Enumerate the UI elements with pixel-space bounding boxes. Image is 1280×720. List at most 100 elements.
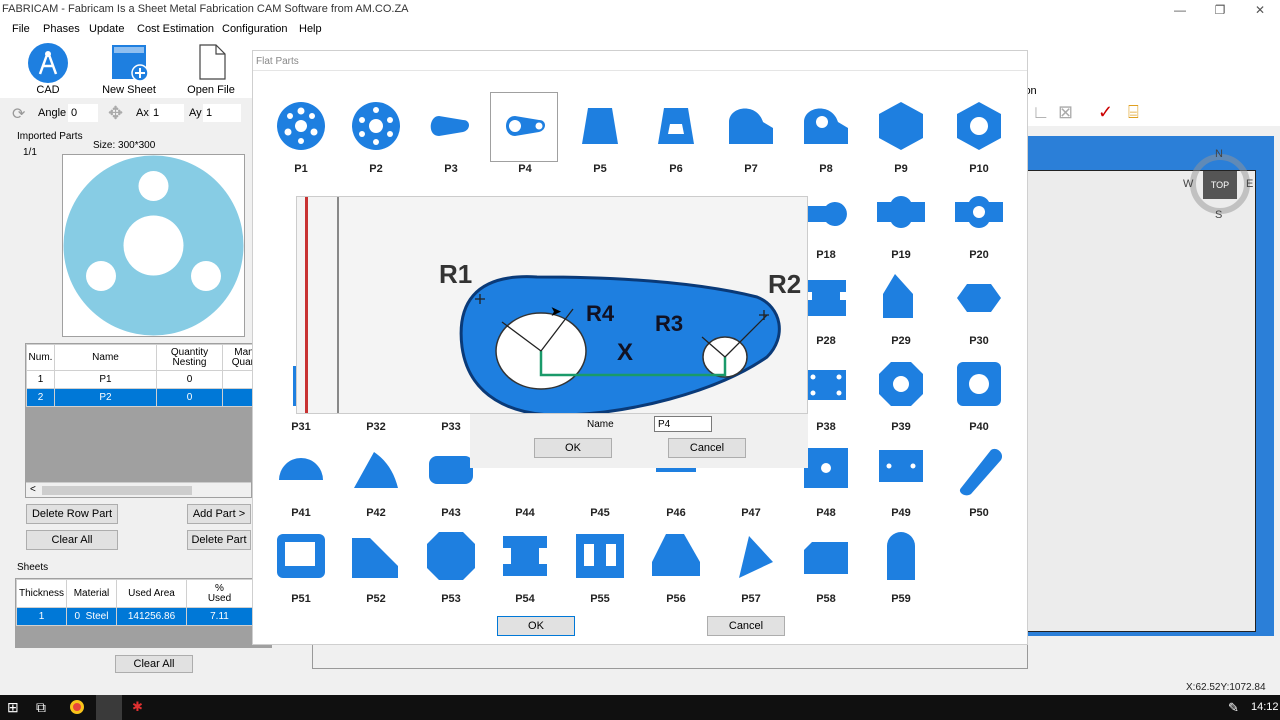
measure-icon[interactable]: ⌸ [1128,102,1139,123]
delete-row-part-button[interactable]: Delete Row Part [26,504,118,524]
part-shape-icon [957,362,1001,406]
part-shape-icon [804,542,848,574]
ay-input[interactable]: 1 [203,104,241,122]
chrome-icon[interactable] [70,700,84,714]
flat-part-p42[interactable]: P42 [338,438,414,524]
cad-icon[interactable] [28,43,68,83]
flat-part-p7[interactable]: P7 [713,94,789,180]
right-toolbar: ∟ ⊠ ✓ ⌸ [1028,98,1280,126]
flat-part-label: P54 [515,593,535,605]
cad-label: CAD [36,84,60,96]
sheet-material-id: 0 [74,611,81,622]
flat-part-p49[interactable]: P49 [863,438,939,524]
minimize-button[interactable]: — [1160,0,1200,20]
check-icon[interactable]: ✓ [1098,102,1113,123]
part-shape-icon [879,450,923,482]
flat-part-p29[interactable]: P29 [863,266,939,352]
flat-part-label: P48 [816,507,836,519]
col-used-pct: % Used [186,579,253,608]
flat-part-p1[interactable]: P1 [263,94,339,180]
scroll-thumb[interactable] [42,486,192,495]
add-part-button[interactable]: Add Part > [187,504,251,524]
table-row-selected[interactable]: 2 P2 0 [26,388,266,407]
grid-x-icon[interactable]: ⊠ [1058,102,1073,123]
flat-part-label: P44 [515,507,535,519]
flat-part-p20[interactable]: P20 [941,180,1017,266]
part-shape-icon [729,108,773,144]
flat-part-p5[interactable]: P5 [562,94,638,180]
name-label: Name [587,419,614,430]
row-name: P1 [54,370,157,389]
flat-part-p56[interactable]: P56 [638,524,714,610]
open-file-icon[interactable] [198,44,226,80]
menu-phases[interactable]: Phases [43,23,80,35]
ruler-icon[interactable]: ∟ [1032,102,1050,123]
rotate-icon[interactable]: ⟳ [12,104,25,124]
flat-part-label: P45 [590,507,610,519]
flat-part-p41[interactable]: P41 [263,438,339,524]
flat-part-label: P31 [291,421,311,433]
scroll-left-icon[interactable]: < [30,484,36,495]
flat-part-p10[interactable]: P10 [941,94,1017,180]
menu-configuration[interactable]: Configuration [222,23,287,35]
new-sheet-icon[interactable] [112,45,149,82]
name-input[interactable]: P4 [654,416,712,432]
move-icon[interactable]: ✥ [108,103,123,124]
flat-part-p6[interactable]: P6 [638,94,714,180]
flat-part-p53[interactable]: P53 [413,524,489,610]
flat-part-p19[interactable]: P19 [863,180,939,266]
flat-part-p51[interactable]: P51 [263,524,339,610]
clear-all-sheets-button[interactable]: Clear All [115,655,193,673]
menu-file[interactable]: File [12,23,30,35]
name-cancel-button[interactable]: Cancel [668,438,746,458]
flat-part-p30[interactable]: P30 [941,266,1017,352]
new-sheet-label: New Sheet [102,84,156,96]
flat-part-label: P6 [669,163,683,175]
sheet-material-name: Steel [85,611,109,622]
flat-part-label: P55 [590,593,610,605]
ax-input[interactable]: 1 [150,104,184,122]
maximize-button[interactable]: ❐ [1200,0,1240,20]
horizontal-scrollbar[interactable]: < [26,482,251,497]
flat-parts-ok-button[interactable]: OK [497,616,575,636]
nesting-canvas[interactable] [1028,170,1256,632]
flat-part-label: P30 [969,335,989,347]
flat-part-p4[interactable]: P4 [487,92,563,180]
delete-part-button[interactable]: Delete Part [187,530,251,550]
part-shape-icon [804,108,848,144]
row-qty: 0 [156,370,223,389]
flat-part-p3[interactable]: P3 [413,94,489,180]
sheet-row[interactable]: 1 0 Steel 141256.86 7.11 [16,607,253,626]
flat-parts-cancel-button[interactable]: Cancel [707,616,785,636]
compass-s: S [1215,209,1223,221]
menu-update[interactable]: Update [89,23,124,35]
windows-start-icon[interactable]: ⊞ [7,699,19,716]
flat-part-p54[interactable]: P54 [487,524,563,610]
view-top-button[interactable]: TOP [1203,171,1237,199]
pen-icon[interactable]: ✎ [1228,700,1239,716]
part-shape-icon [739,536,773,578]
fabricam-taskbar-icon[interactable] [96,695,122,720]
menu-help[interactable]: Help [299,23,322,35]
app-taskbar-icon[interactable]: ✱ [132,699,143,715]
flat-part-p39[interactable]: P39 [863,352,939,438]
clear-all-parts-button[interactable]: Clear All [26,530,118,550]
flat-part-p8[interactable]: P8 [788,94,864,180]
table-row[interactable]: 1 P1 0 [26,370,266,389]
flat-part-p40[interactable]: P40 [941,352,1017,438]
close-button[interactable]: ✕ [1240,0,1280,20]
flat-part-p9[interactable]: P9 [863,94,939,180]
part-shape-icon [503,536,547,576]
angle-input[interactable]: 0 [68,104,98,122]
flat-part-p50[interactable]: P50 [941,438,1017,524]
flat-part-p59[interactable]: P59 [863,524,939,610]
flat-part-p2[interactable]: P2 [338,94,414,180]
flat-part-p58[interactable]: P58 [788,524,864,610]
task-view-icon[interactable]: ⧉ [36,699,46,716]
flat-part-p55[interactable]: P55 [562,524,638,610]
name-ok-button[interactable]: OK [534,438,612,458]
menu-cost-estimation[interactable]: Cost Estimation [137,23,214,35]
flat-part-p57[interactable]: P57 [713,524,789,610]
menu-bar: File Phases Update Cost Estimation Confi… [0,20,1280,40]
flat-part-p52[interactable]: P52 [338,524,414,610]
